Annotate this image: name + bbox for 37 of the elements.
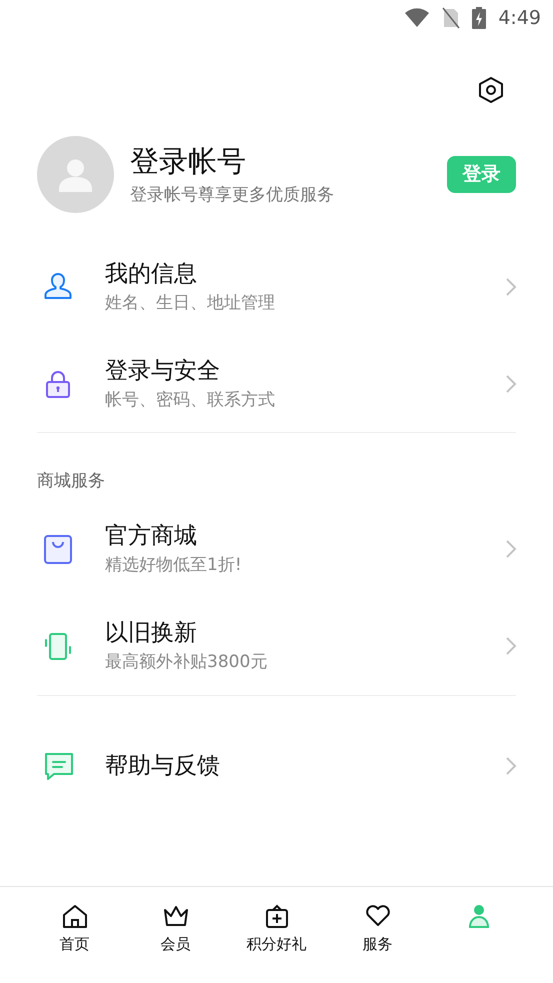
item-title: 帮助与反馈 [105, 752, 221, 781]
account-name: 登录帐号 [130, 143, 247, 180]
nav-tab[interactable]: 会员 [125, 903, 226, 983]
item-subtitle: 帐号、密码、联系方式 [105, 388, 276, 412]
item-title: 登录与安全 [105, 356, 221, 386]
nav-tab[interactable]: 服务 [327, 903, 428, 983]
chevron-right-icon [505, 374, 517, 394]
menu-item[interactable]: 登录与安全 帐号、密码、联系方式 [0, 335, 553, 432]
item-title: 我的信息 [105, 260, 198, 288]
item-subtitle: 精选好物低至1折! [105, 554, 243, 577]
home-icon [60, 903, 88, 929]
menu-item[interactable]: 帮助与反馈 [0, 718, 553, 814]
status-time: 4:49 [498, 6, 541, 31]
item-subtitle: 最高额外补贴3800元 [105, 651, 268, 674]
nav-tab[interactable]: 首页 [24, 903, 125, 983]
chevron-right-icon [505, 756, 517, 776]
heart-icon [364, 903, 392, 929]
chevron-right-icon [505, 276, 517, 296]
bag-icon [42, 533, 74, 565]
item-title: 官方商城 [105, 522, 198, 551]
phone-swap-icon [42, 630, 74, 662]
wifi-icon [404, 8, 430, 28]
no-sim-icon [442, 7, 460, 29]
menu-item[interactable]: 我的信息 姓名、生日、地址管理 [0, 238, 553, 335]
message-icon [42, 750, 76, 782]
menu-item[interactable]: 以旧换新 最高额外补贴3800元 [0, 598, 553, 694]
chevron-right-icon [505, 539, 517, 559]
menu-item[interactable]: 官方商城 精选好物低至1折! [0, 500, 553, 598]
avatar-icon [37, 136, 114, 212]
item-subtitle: 姓名、生日、地址管理 [105, 292, 276, 314]
battery-charging-icon [472, 7, 486, 29]
nav-tab[interactable]: 积分好礼 [226, 903, 327, 983]
chevron-right-icon [505, 636, 517, 656]
section-title: 商城服务 [36, 470, 106, 493]
item-title: 以旧换新 [105, 619, 198, 648]
account-subtitle: 登录帐号尊享更多优质服务 [130, 184, 335, 207]
crown-icon [162, 903, 190, 929]
